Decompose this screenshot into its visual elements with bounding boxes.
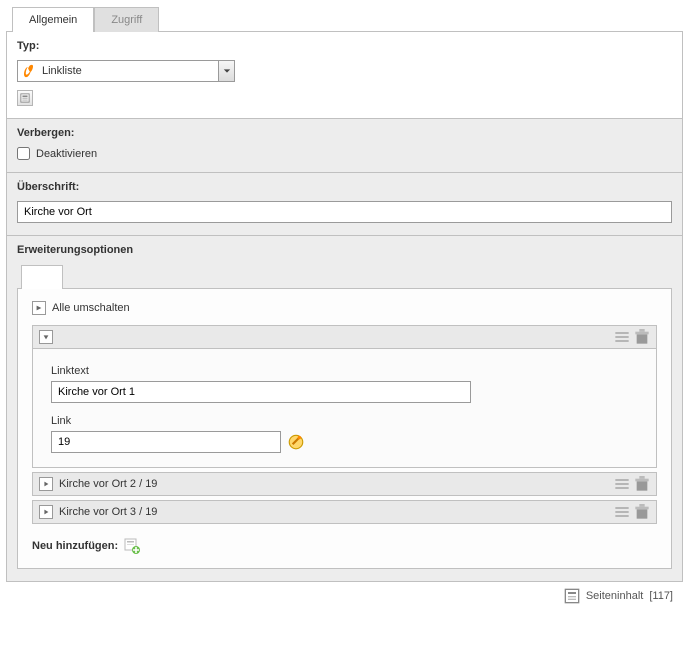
- type-select-value: Linkliste: [42, 65, 218, 77]
- extension-options-label: Erweiterungsoptionen: [17, 244, 672, 256]
- drag-icon[interactable]: [614, 329, 630, 345]
- footer-label: Seiteninhalt: [586, 590, 644, 602]
- item-3-summary: Kirche vor Ort 3 / 19: [59, 506, 608, 518]
- main-tab-bar: Allgemein Zugriff: [12, 6, 683, 31]
- collapse-icon[interactable]: [39, 330, 53, 344]
- toggle-all-button[interactable]: [32, 301, 46, 315]
- type-select[interactable]: Linkliste: [17, 60, 235, 82]
- link-wizard-icon[interactable]: [287, 433, 305, 451]
- delete-icon[interactable]: [634, 504, 650, 520]
- flexform-tab[interactable]: [21, 265, 63, 289]
- content-element-icon[interactable]: [17, 90, 33, 106]
- delete-icon[interactable]: [634, 329, 650, 345]
- deactivate-row[interactable]: Deaktivieren: [17, 147, 672, 160]
- link-input[interactable]: [51, 431, 281, 453]
- deactivate-label: Deaktivieren: [36, 148, 97, 160]
- item-1-body: Linktext Link: [32, 349, 657, 468]
- headline-input[interactable]: [17, 201, 672, 223]
- drag-icon[interactable]: [614, 476, 630, 492]
- expand-icon[interactable]: [39, 477, 53, 491]
- item-1-header[interactable]: [32, 325, 657, 349]
- item-3-row[interactable]: Kirche vor Ort 3 / 19: [32, 500, 657, 524]
- add-new-icon[interactable]: [124, 538, 140, 554]
- footer-id: [117]: [649, 590, 673, 602]
- tab-access[interactable]: Zugriff: [94, 7, 159, 32]
- item-2-row[interactable]: Kirche vor Ort 2 / 19: [32, 472, 657, 496]
- item-2-summary: Kirche vor Ort 2 / 19: [59, 478, 608, 490]
- linktext-label: Linktext: [51, 365, 638, 377]
- chevron-down-icon: [218, 61, 234, 81]
- add-new-label: Neu hinzufügen:: [32, 540, 118, 552]
- page-content-icon: [564, 588, 580, 604]
- linktext-input[interactable]: [51, 381, 471, 403]
- tab-general[interactable]: Allgemein: [12, 7, 94, 32]
- toggle-all-label: Alle umschalten: [52, 302, 130, 314]
- deactivate-checkbox[interactable]: [17, 147, 30, 160]
- headline-label: Überschrift:: [17, 181, 672, 193]
- hide-label: Verbergen:: [17, 127, 672, 139]
- typo3-icon: [22, 64, 36, 78]
- expand-icon[interactable]: [39, 505, 53, 519]
- type-label: Typ:: [17, 40, 672, 52]
- drag-icon[interactable]: [614, 504, 630, 520]
- delete-icon[interactable]: [634, 476, 650, 492]
- link-label: Link: [51, 415, 638, 427]
